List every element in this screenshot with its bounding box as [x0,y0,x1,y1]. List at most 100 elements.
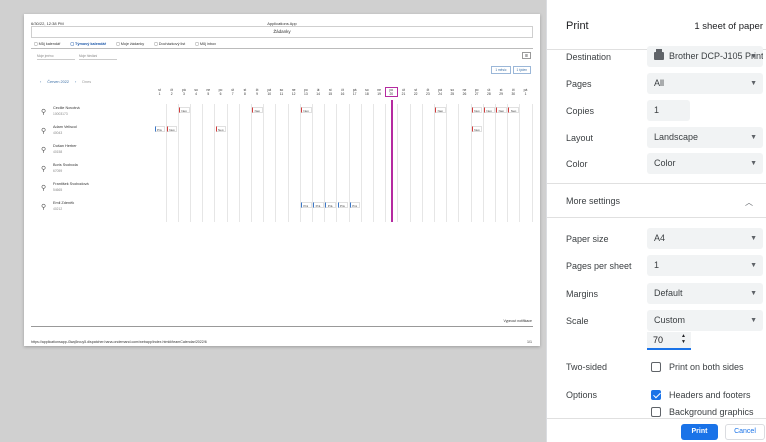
copies-row: Copies 1 [547,100,766,122]
margins-row: Margins Default ▼ [547,283,766,305]
print-button[interactable]: Print [681,424,718,440]
pages-row: Pages All ▼ [547,73,766,95]
employee-name: Boris Svoboda [53,163,78,167]
employee-row: ⚲ Boris Svoboda 67059 [31,161,531,179]
calendar-event: Nep [166,126,178,132]
destination-value: Brother DCP-J105 Printer [669,51,763,61]
day-number: 4 [195,92,198,96]
background-graphics-checkbox[interactable] [651,407,661,417]
margins-label: Margins [566,289,599,299]
chevron-down-icon: ▼ [750,290,757,297]
day-number: 26 [462,92,467,96]
print-preview-area: 6/30/22, 12:38 PM Applications App Žádan… [0,0,546,442]
day-number: 20 [389,92,394,96]
calendar-event: Nep [435,107,446,113]
filter-icon: ☰ [522,52,531,59]
options-row: Options Headers and footers [547,388,766,404]
calendar-event: Nep [508,107,519,113]
pages-per-sheet-select[interactable]: 1 ▼ [647,255,763,276]
scale-select[interactable]: Custom ▼ [647,310,763,331]
view-week-button: 1 týden [512,66,531,74]
app-tab: ▢ Moje žádanky [116,42,145,46]
pages-label: Pages [566,79,592,89]
day-number: 29 [499,92,503,96]
scale-percent-input[interactable]: 70 ▲ ▼ [647,332,691,350]
pages-select[interactable]: All ▼ [647,73,763,94]
paper-size-select[interactable]: A4 ▼ [647,228,763,249]
app-heading: Žádanky [31,26,533,38]
day-number: 28 [487,92,491,96]
paper-size-row: Paper size A4 ▼ [547,228,766,250]
day-header: pá 3 [178,88,189,96]
day-number: 22 [413,92,418,96]
headers-footers-label: Headers and footers [669,390,751,400]
day-number: 23 [426,92,430,96]
cancel-button[interactable]: Cancel [725,424,765,440]
printer-icon [654,49,664,60]
calendar-event: Prá [154,126,166,132]
print-title: Print [566,20,589,32]
layout-row: Layout Landscape ▼ [547,127,766,149]
more-settings-toggle[interactable]: More settings ︿ [547,185,766,217]
calendar-event: Nep [496,107,507,113]
calendar-event: Prá [313,202,324,208]
footer-url: https://applicationsapp-i3wq5rcuy5.dispa… [31,340,207,344]
day-header: út 28 [483,88,494,96]
employee-id: 10003173 [53,112,68,116]
day-header: so 11 [276,88,287,96]
app-tab: ▢ Můj inbox [195,42,217,46]
pages-per-sheet-row: Pages per sheet 1 ▼ [547,255,766,277]
day-number: 11 [279,92,284,96]
day-header: ne 26 [459,88,470,96]
day-number: 19 [377,92,381,96]
calendar-event: Prá [337,202,349,208]
chevron-down-icon: ▼ [750,235,757,242]
day-header: po 6 [215,88,226,96]
calendar-event: Nep [471,107,483,113]
more-settings-label: More settings [566,196,621,206]
employee-id: 40158 [53,150,63,154]
destination-select[interactable]: Brother DCP-J105 Printer ▼ [647,46,763,67]
chevron-down-icon: ▼ [750,262,757,269]
day-header: so 4 [191,88,202,96]
employee-row: ⚲ František Svobodová 54665 [31,180,531,198]
color-select[interactable]: Color ▼ [647,153,763,174]
chevron-left-icon: ‹ [40,80,42,84]
day-header: ne 19 [374,88,385,96]
person-icon: ⚲ [41,185,47,192]
footer-note: Vypnout notifikace [503,319,532,323]
day-header: pá 17 [349,88,360,96]
employee-name: Adam Veliscol [53,125,77,129]
chevron-right-icon: › [75,80,77,84]
calendar-event: Nep [215,126,227,132]
print-settings-panel: Print 1 sheet of paper Destination Broth… [546,0,766,442]
spinner-icon[interactable]: ▲ ▼ [681,333,686,345]
panel-divider [547,183,766,184]
headers-footers-checkbox[interactable] [651,390,661,400]
person-icon: ⚲ [41,128,47,135]
calendar-event: Nep [471,126,483,132]
day-number: 17 [352,92,357,96]
scale-value: Custom [654,315,686,325]
chevron-down-icon: ▼ [750,317,757,324]
employee-id: 67059 [53,169,63,173]
person-icon: ⚲ [41,109,47,116]
two-sided-checkbox[interactable] [651,362,661,372]
employee-row: ⚲ Emil Zdeněk 40212 Prá Prá Prá Prá Prá [31,199,531,217]
day-number: 21 [401,92,406,96]
margins-select[interactable]: Default ▼ [647,283,763,304]
footer-page-number: 1/1 [527,340,532,344]
two-sided-label: Two-sided [566,362,608,372]
layout-select[interactable]: Landscape ▼ [647,127,763,148]
day-number: 8 [243,92,246,96]
employee-name: Dušan Herber [53,144,77,148]
day-number: 10 [267,92,272,96]
scale-label: Scale [566,316,589,326]
calendar-event: Nep [178,107,190,113]
copies-input[interactable]: 1 [647,100,690,121]
employee-name: Emil Zdeněk [53,201,75,205]
person-icon: ⚲ [41,147,47,154]
day-header: pá 1 [520,88,531,96]
nav-today: Dnes [82,80,92,84]
app-tab: ▢ Můj kalendář [34,42,61,46]
